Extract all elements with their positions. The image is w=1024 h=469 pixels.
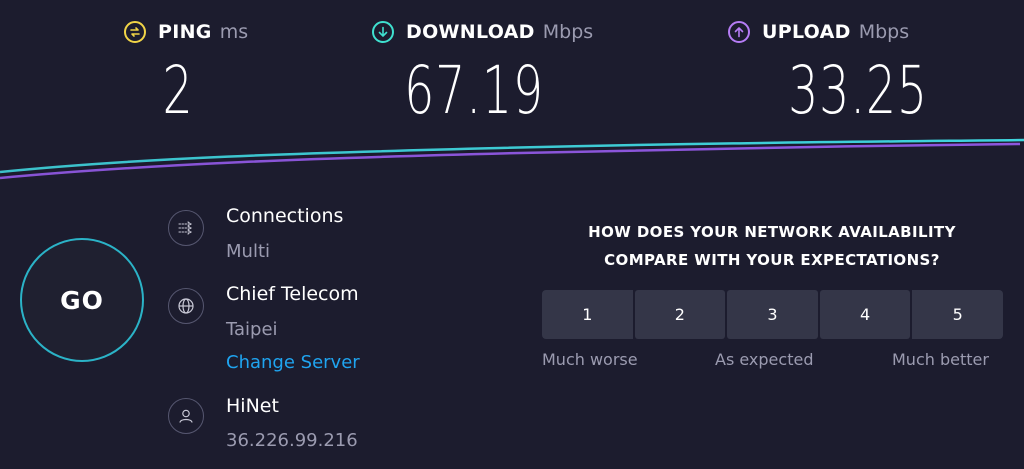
upload-label: UPLOAD bbox=[762, 21, 851, 43]
download-metric: DOWNLOAD Mbps 67.19 bbox=[372, 18, 594, 129]
go-button-label: GO bbox=[60, 285, 104, 315]
rating-button-3[interactable]: 3 bbox=[727, 290, 818, 339]
rating-scale: 1 2 3 4 5 bbox=[542, 290, 1003, 339]
rating-button-5[interactable]: 5 bbox=[912, 290, 1003, 339]
ping-unit: ms bbox=[219, 21, 249, 43]
ping-metric: PING ms 2 bbox=[124, 18, 249, 129]
upload-metric: UPLOAD Mbps 33.25 bbox=[728, 18, 927, 129]
connections-icon bbox=[168, 210, 204, 246]
download-value: 67.19 bbox=[404, 52, 544, 129]
download-arrow-icon bbox=[372, 21, 394, 43]
rating-button-2[interactable]: 2 bbox=[634, 290, 726, 339]
isp-name: HiNet bbox=[226, 395, 279, 417]
scale-label-mid: As expected bbox=[715, 350, 814, 369]
change-server-link[interactable]: Change Server bbox=[226, 352, 360, 373]
server-name: Chief Telecom bbox=[226, 283, 359, 305]
download-unit: Mbps bbox=[542, 21, 594, 43]
scale-label-low: Much worse bbox=[542, 350, 638, 369]
rating-button-4[interactable]: 4 bbox=[819, 290, 911, 339]
connections-mode: Multi bbox=[226, 241, 270, 262]
user-icon bbox=[168, 398, 204, 434]
ping-icon bbox=[124, 21, 146, 43]
speed-graph bbox=[0, 138, 1024, 180]
connections-title: Connections bbox=[226, 205, 344, 227]
upload-unit: Mbps bbox=[858, 21, 910, 43]
go-button[interactable]: GO bbox=[20, 238, 144, 362]
scale-label-high: Much better bbox=[892, 350, 989, 369]
ping-value: 2 bbox=[162, 52, 194, 129]
upload-arrow-icon bbox=[728, 21, 750, 43]
globe-icon bbox=[168, 288, 204, 324]
rating-button-1[interactable]: 1 bbox=[542, 290, 633, 339]
ping-label: PING bbox=[158, 21, 212, 43]
download-label: DOWNLOAD bbox=[406, 21, 535, 43]
survey-question-line1: HOW DOES YOUR NETWORK AVAILABILITY bbox=[588, 223, 956, 241]
survey-question: HOW DOES YOUR NETWORK AVAILABILITY COMPA… bbox=[542, 218, 1002, 274]
survey-question-line2: COMPARE WITH YOUR EXPECTATIONS? bbox=[604, 251, 940, 269]
server-location: Taipei bbox=[226, 319, 278, 340]
isp-ip: 36.226.99.216 bbox=[226, 430, 358, 451]
speedtest-result-page: PING ms 2 DOWNLOAD Mbps 67.19 UPLOAD Mbp… bbox=[0, 0, 1024, 469]
upload-value: 33.25 bbox=[788, 52, 928, 129]
